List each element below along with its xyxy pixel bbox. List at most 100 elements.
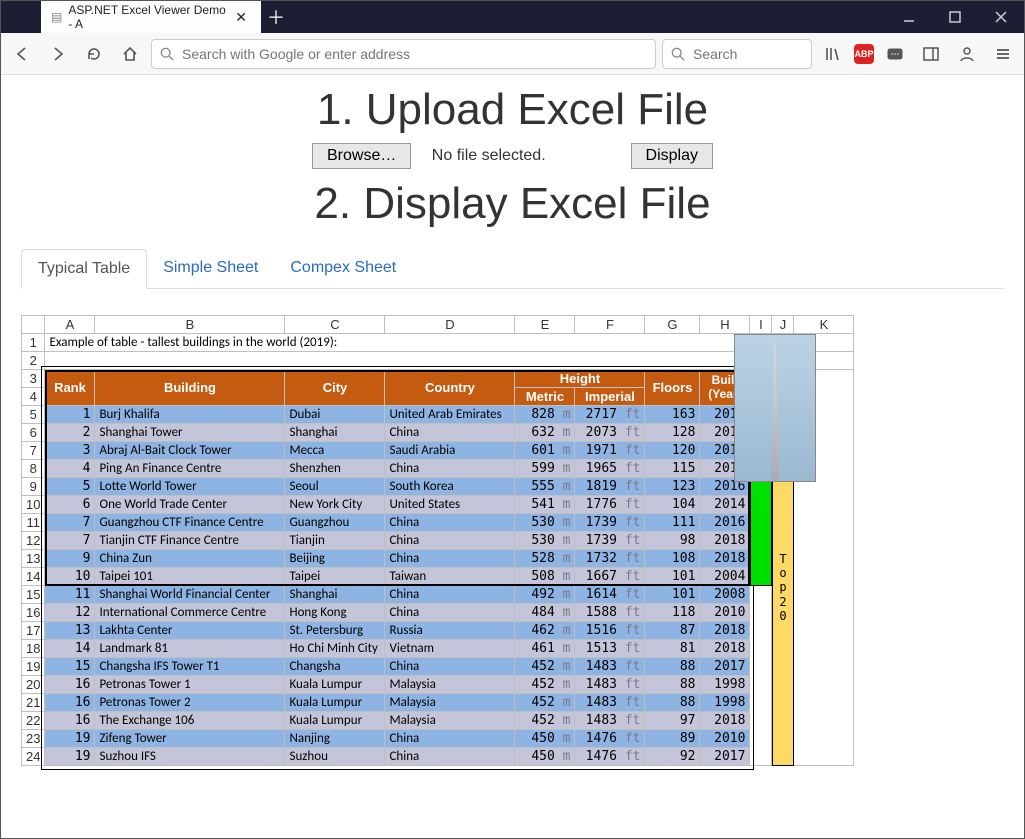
cell-imperial[interactable]: 1667 ft xyxy=(575,568,645,586)
row-header[interactable]: 6 xyxy=(22,424,45,442)
row-header[interactable]: 21 xyxy=(22,694,45,712)
row-header[interactable]: 8 xyxy=(22,460,45,478)
row-header[interactable]: 7 xyxy=(22,442,45,460)
cell-country[interactable]: China xyxy=(385,550,515,568)
cell-built[interactable]: 1998 xyxy=(700,694,750,712)
cell-building[interactable]: Changsha IFS Tower T1 xyxy=(95,658,285,676)
cell-building[interactable]: One World Trade Center xyxy=(95,496,285,514)
cell-metric[interactable]: 461 m xyxy=(515,640,575,658)
cell-metric[interactable]: 452 m xyxy=(515,676,575,694)
cell-floors[interactable]: 89 xyxy=(645,730,700,748)
tab-close-icon[interactable]: ✕ xyxy=(231,9,251,26)
cell-country[interactable]: Malaysia xyxy=(385,676,515,694)
cell-country[interactable]: United States xyxy=(385,496,515,514)
col-header[interactable]: C xyxy=(285,316,385,334)
col-header[interactable]: K xyxy=(794,316,854,334)
row-header[interactable]: 23 xyxy=(22,730,45,748)
cell-city[interactable]: Kuala Lumpur xyxy=(285,676,385,694)
cell-building[interactable]: Burj Khalifa xyxy=(95,406,285,424)
cell-floors[interactable]: 128 xyxy=(645,424,700,442)
cell-metric[interactable]: 530 m xyxy=(515,514,575,532)
cell-city[interactable]: Nanjing xyxy=(285,730,385,748)
close-button[interactable] xyxy=(978,1,1024,33)
home-button[interactable] xyxy=(115,39,145,69)
cell-city[interactable]: Taipei xyxy=(285,568,385,586)
maximize-button[interactable] xyxy=(932,1,978,33)
cell-metric[interactable]: 452 m xyxy=(515,694,575,712)
cell-built[interactable]: 2004 xyxy=(700,568,750,586)
address-input[interactable] xyxy=(180,45,647,63)
cell-building[interactable]: Lotte World Tower xyxy=(95,478,285,496)
cell-imperial[interactable]: 1476 ft xyxy=(575,730,645,748)
cell-country[interactable]: Taiwan xyxy=(385,568,515,586)
cell-metric[interactable]: 828 m xyxy=(515,406,575,424)
cell-metric[interactable]: 530 m xyxy=(515,532,575,550)
cell-city[interactable]: Hong Kong xyxy=(285,604,385,622)
cell-building[interactable]: China Zun xyxy=(95,550,285,568)
cell-country[interactable]: South Korea xyxy=(385,478,515,496)
cell-city[interactable]: New York City xyxy=(285,496,385,514)
cell-rank[interactable]: 2 xyxy=(45,424,95,442)
row-header[interactable]: 5 xyxy=(22,406,45,424)
cell-metric[interactable]: 450 m xyxy=(515,730,575,748)
cell-rank[interactable]: 16 xyxy=(45,694,95,712)
cell-city[interactable]: Ho Chi Minh City xyxy=(285,640,385,658)
cell-metric[interactable]: 632 m xyxy=(515,424,575,442)
cell-city[interactable]: Suzhou xyxy=(285,748,385,766)
cell-building[interactable]: International Commerce Centre xyxy=(95,604,285,622)
new-tab-button[interactable]: ＋ xyxy=(261,1,291,33)
display-button[interactable]: Display xyxy=(631,143,713,169)
cell-rank[interactable]: 16 xyxy=(45,676,95,694)
cell-country[interactable]: Vietnam xyxy=(385,640,515,658)
cell-city[interactable]: Shanghai xyxy=(285,424,385,442)
cell-floors[interactable]: 88 xyxy=(645,658,700,676)
browse-button[interactable]: Browse… xyxy=(312,143,411,169)
cell-imperial[interactable]: 1819 ft xyxy=(575,478,645,496)
col-header[interactable]: F xyxy=(575,316,645,334)
cell-city[interactable]: Beijing xyxy=(285,550,385,568)
row-header[interactable]: 22 xyxy=(22,712,45,730)
col-header[interactable]: H xyxy=(700,316,750,334)
cell-rank[interactable]: 16 xyxy=(45,712,95,730)
row-header[interactable]: 10 xyxy=(22,496,45,514)
cell-building[interactable]: Suzhou IFS xyxy=(95,748,285,766)
menu-icon[interactable] xyxy=(988,39,1018,69)
cell-country[interactable]: China xyxy=(385,460,515,478)
cell-building[interactable]: The Exchange 106 xyxy=(95,712,285,730)
row-header[interactable]: 19 xyxy=(22,658,45,676)
cell-floors[interactable]: 111 xyxy=(645,514,700,532)
col-header[interactable]: B xyxy=(95,316,285,334)
cell-floors[interactable]: 104 xyxy=(645,496,700,514)
cell-floors[interactable]: 88 xyxy=(645,694,700,712)
cell-imperial[interactable]: 1516 ft xyxy=(575,622,645,640)
cell-building[interactable]: Ping An Finance Centre xyxy=(95,460,285,478)
cell-floors[interactable]: 163 xyxy=(645,406,700,424)
cell-country[interactable]: China xyxy=(385,748,515,766)
cell-building[interactable]: Taipei 101 xyxy=(95,568,285,586)
cell-imperial[interactable]: 2073 ft xyxy=(575,424,645,442)
cell-building[interactable]: Petronas Tower 2 xyxy=(95,694,285,712)
cell-country[interactable]: China xyxy=(385,424,515,442)
cell-built[interactable]: 2017 xyxy=(700,658,750,676)
cell-floors[interactable]: 88 xyxy=(645,676,700,694)
reload-button[interactable] xyxy=(79,39,109,69)
cell-rank[interactable]: 10 xyxy=(45,568,95,586)
cell-imperial[interactable]: 1483 ft xyxy=(575,712,645,730)
cell-rank[interactable]: 11 xyxy=(45,586,95,604)
minimize-button[interactable] xyxy=(886,1,932,33)
cell-metric[interactable]: 508 m xyxy=(515,568,575,586)
cell-imperial[interactable]: 1965 ft xyxy=(575,460,645,478)
cell-city[interactable]: St. Petersburg xyxy=(285,622,385,640)
cell-country[interactable]: Russia xyxy=(385,622,515,640)
cell-rank[interactable]: 7 xyxy=(45,532,95,550)
cell-imperial[interactable]: 1483 ft xyxy=(575,658,645,676)
cell-metric[interactable]: 541 m xyxy=(515,496,575,514)
cell-building[interactable]: Guangzhou CTF Finance Centre xyxy=(95,514,285,532)
cell-metric[interactable]: 528 m xyxy=(515,550,575,568)
cell-floors[interactable]: 101 xyxy=(645,586,700,604)
col-header[interactable]: I xyxy=(750,316,772,334)
cell-building[interactable]: Shanghai Tower xyxy=(95,424,285,442)
row-header[interactable]: 15 xyxy=(22,586,45,604)
cell-country[interactable]: China xyxy=(385,730,515,748)
cell-built[interactable]: 2017 xyxy=(700,748,750,766)
